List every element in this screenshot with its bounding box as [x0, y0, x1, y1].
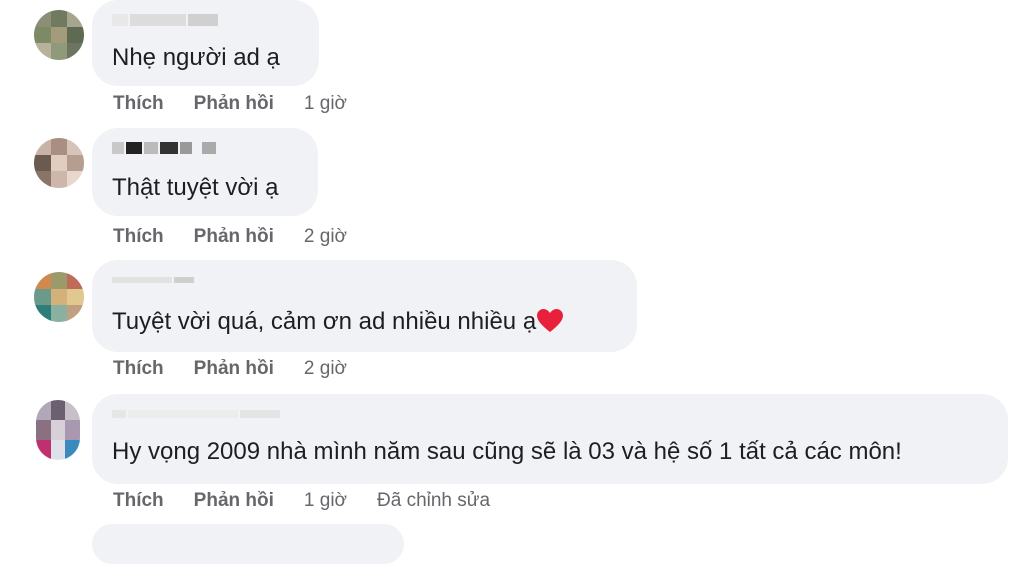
comment-actions: Thích Phản hồi 2 giờ [113, 358, 377, 380]
heart-emoji-icon [537, 309, 564, 332]
comment-text-content: Tuyệt vời quá, cảm ơn ad nhiều nhiều ạ [112, 308, 537, 335]
avatar[interactable] [36, 400, 80, 460]
edited-label: Đã chỉnh sửa [377, 490, 491, 511]
next-comment-bubble-partial [92, 524, 404, 564]
reply-button[interactable]: Phản hồi [194, 93, 274, 115]
comment-text: Hy vọng 2009 nhà mình năm sau cũng sẽ là… [112, 438, 902, 465]
timestamp[interactable]: 2 giờ [304, 226, 347, 248]
comment-text: Thật tuyệt vời ạ [112, 174, 279, 201]
author-name-blurred[interactable] [112, 140, 216, 156]
comment-text: Nhẹ người ad ạ [112, 44, 280, 71]
like-button[interactable]: Thích [113, 93, 164, 115]
reply-button[interactable]: Phản hồi [194, 226, 274, 248]
timestamp[interactable]: 2 giờ [304, 358, 347, 380]
like-button[interactable]: Thích [113, 490, 164, 512]
comment-bubble: Tuyệt vời quá, cảm ơn ad nhiều nhiều ạ [92, 260, 637, 352]
author-name-blurred[interactable] [112, 12, 218, 28]
comment-actions: Thích Phản hồi 2 giờ [113, 226, 377, 248]
reply-button[interactable]: Phản hồi [194, 490, 274, 512]
avatar[interactable] [34, 138, 84, 188]
author-name-blurred[interactable] [112, 272, 194, 288]
comment-text: Tuyệt vời quá, cảm ơn ad nhiều nhiều ạ [112, 307, 564, 337]
comment-bubble: Thật tuyệt vời ạ [92, 128, 318, 216]
timestamp[interactable]: 1 giờ [304, 93, 347, 115]
timestamp[interactable]: 1 giờ [304, 490, 347, 512]
comment-bubble: Nhẹ người ad ạ [92, 0, 319, 86]
reply-button[interactable]: Phản hồi [194, 358, 274, 380]
avatar[interactable] [34, 272, 84, 322]
like-button[interactable]: Thích [113, 226, 164, 248]
comment-actions: Thích Phản hồi 1 giờ [113, 93, 377, 115]
comment-bubble: Hy vọng 2009 nhà mình năm sau cũng sẽ là… [92, 394, 1008, 484]
like-button[interactable]: Thích [113, 358, 164, 380]
avatar[interactable] [34, 10, 84, 60]
comment-actions: Thích Phản hồi 1 giờ Đã chỉnh sửa [113, 490, 490, 512]
author-name-blurred[interactable] [112, 406, 280, 422]
